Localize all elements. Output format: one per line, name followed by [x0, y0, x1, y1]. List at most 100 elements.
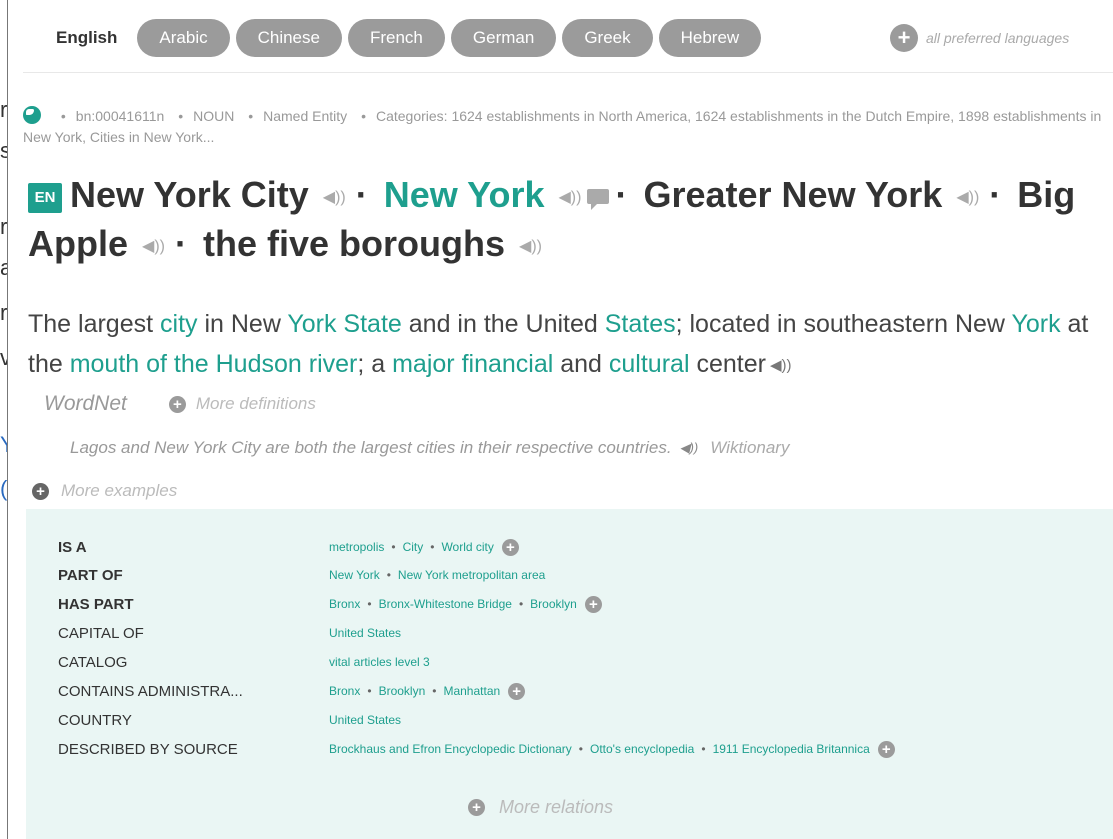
speaker-icon[interactable]: ◀))	[956, 175, 979, 221]
expand-plus-icon[interactable]: +	[508, 682, 526, 700]
definition-text: and	[553, 350, 609, 378]
tab-arabic[interactable]: Arabic	[137, 19, 230, 57]
tab-greek[interactable]: Greek	[562, 19, 653, 57]
relation-row: HAS PART Bronx • Bronx-Whitestone Bridge • Br…	[58, 593, 602, 615]
relation-row: DESCRIBED BY SOURCE Brockhaus and Efron E…	[58, 738, 895, 760]
example-text: Lagos and New York City are both the lar…	[70, 438, 672, 457]
speaker-icon[interactable]: ◀))	[323, 175, 346, 221]
relation-label: CATALOG	[58, 653, 128, 671]
definition-text: The largest	[28, 310, 161, 338]
relation-row: CAPITAL OF United States	[58, 622, 401, 644]
relation-value-link[interactable]: New York	[329, 568, 380, 582]
language-badge: EN	[28, 183, 62, 213]
definition-source[interactable]: WordNet	[44, 392, 127, 416]
definition-term-link[interactable]: York	[1011, 310, 1060, 338]
expand-plus-icon[interactable]: +	[584, 595, 602, 613]
synset-panel: English Arabic Chinese French German Gre…	[7, 0, 1113, 839]
relation-values: Brockhaus and Efron Encyclopedic Diction…	[329, 740, 895, 758]
definition-term-link[interactable]: major financial	[392, 350, 553, 378]
definition-text: in New	[197, 310, 288, 338]
globe-icon[interactable]	[23, 106, 41, 124]
relation-value-link[interactable]: New York metropolitan area	[398, 568, 545, 582]
relation-value-link[interactable]: Bronx	[329, 684, 360, 698]
definition-text: and in the United	[401, 310, 605, 338]
more-languages-button[interactable]: + all preferred languages	[890, 24, 1069, 52]
relation-value-link[interactable]: metropolis	[329, 540, 384, 554]
relation-value-link[interactable]: City	[403, 540, 424, 554]
definition-term-link[interactable]: mouth of the Hudson river	[70, 350, 358, 378]
relation-row: CATALOG vital articles level 3	[58, 651, 430, 673]
speaker-icon[interactable]: ◀))	[559, 175, 582, 221]
expand-plus-icon[interactable]: +	[501, 538, 519, 556]
separator-dot: •	[432, 684, 437, 698]
synset-id: bn:00041611n	[75, 108, 165, 124]
relation-value-link[interactable]: Bronx-Whitestone Bridge	[379, 597, 512, 611]
speaker-icon[interactable]: ◀))	[519, 224, 542, 270]
relation-values: Bronx • Brooklyn • Manhattan +	[329, 682, 526, 700]
relation-value-link[interactable]: Bronx	[329, 597, 360, 611]
relation-value-link[interactable]: Brooklyn	[530, 597, 577, 611]
separator-dot: •	[367, 684, 372, 698]
synset-meta: • bn:00041611n • NOUN • Named Entity • Categ…	[23, 106, 1102, 145]
relation-label: CAPITAL OF	[58, 624, 144, 642]
relation-values: New York • New York metropolitan area	[329, 568, 545, 582]
relation-value-link[interactable]: 1911 Encyclopedia Britannica	[713, 742, 870, 756]
relation-value-link[interactable]: Otto's encyclopedia	[590, 742, 694, 756]
relation-row: IS A metropolis • City • World city +	[58, 536, 519, 558]
relation-value-link[interactable]: Brockhaus and Efron Encyclopedic Diction…	[329, 742, 572, 756]
separator-dot: •	[578, 742, 583, 756]
definition-term-link[interactable]: city	[160, 310, 198, 338]
separator-dot: •	[518, 597, 524, 611]
speaker-icon[interactable]: ◀))	[142, 224, 165, 270]
relation-label: HAS PART	[58, 595, 134, 613]
definition-source-row: WordNet + More definitions	[44, 392, 316, 416]
relation-value-link[interactable]: Brooklyn	[379, 684, 426, 698]
relation-values: metropolis • City • World city +	[329, 538, 519, 556]
divider	[23, 72, 1113, 73]
relation-label: CONTAINS ADMINISTRA...	[58, 682, 243, 700]
definition-text: ; a	[357, 350, 393, 378]
categories[interactable]: Categories: 1624 establishments in North…	[23, 108, 1101, 145]
more-examples-button[interactable]: + More examples	[32, 481, 177, 501]
plus-icon: +	[468, 799, 485, 816]
tab-english[interactable]: English	[36, 28, 137, 48]
relation-value-link[interactable]: United States	[329, 626, 401, 640]
relation-values: Bronx • Bronx-Whitestone Bridge • Brooklyn +	[329, 595, 602, 613]
example-sentence: Lagos and New York City are both the lar…	[70, 438, 789, 458]
tab-chinese[interactable]: Chinese	[235, 19, 342, 57]
relation-value-link[interactable]: Manhattan	[443, 684, 500, 698]
relation-label: DESCRIBED BY SOURCE	[58, 740, 238, 758]
lemma-link[interactable]: New York	[384, 174, 545, 215]
definition: The largest city in New York State and i…	[28, 304, 1108, 386]
relation-label: PART OF	[58, 566, 123, 584]
separator-dot: •	[367, 597, 372, 611]
speaker-icon[interactable]: ◀))	[680, 440, 699, 456]
comment-icon[interactable]	[587, 189, 610, 210]
relations-box: IS Ametropolis • City • World city + PART OF Ne…	[26, 509, 1113, 839]
plus-icon: +	[168, 395, 186, 413]
separator-dot: •	[391, 540, 396, 554]
definition-term-link[interactable]: York State	[287, 310, 401, 338]
language-tabs: English Arabic Chinese French German Gre…	[36, 19, 767, 57]
more-definitions-label: More definitions	[195, 394, 316, 413]
expand-plus-icon[interactable]: +	[877, 740, 895, 758]
more-definitions-button[interactable]: + More definitions	[168, 394, 316, 414]
more-relations-button[interactable]: + More relations	[468, 797, 613, 818]
example-source[interactable]: Wiktionary	[710, 438, 789, 457]
relation-value-link[interactable]: United States	[329, 713, 401, 727]
tab-hebrew[interactable]: Hebrew	[658, 19, 762, 57]
tab-german[interactable]: German	[450, 19, 557, 57]
tab-french[interactable]: French	[347, 19, 445, 57]
definition-text: center	[689, 350, 766, 378]
relation-value-link[interactable]: World city	[441, 540, 493, 554]
speaker-icon[interactable]: ◀))	[770, 346, 792, 386]
separator-dot: •	[430, 540, 435, 554]
part-of-speech: NOUN	[193, 108, 235, 124]
definition-term-link[interactable]: cultural	[609, 350, 690, 378]
relation-row: PART OF New York • New York metropolitan ar…	[58, 564, 545, 586]
plus-icon: +	[32, 482, 49, 500]
more-relations-label: More relations	[499, 797, 614, 817]
lemma: New York City	[70, 174, 309, 215]
definition-term-link[interactable]: States	[605, 310, 676, 338]
relation-value-link[interactable]: vital articles level 3	[329, 655, 430, 669]
